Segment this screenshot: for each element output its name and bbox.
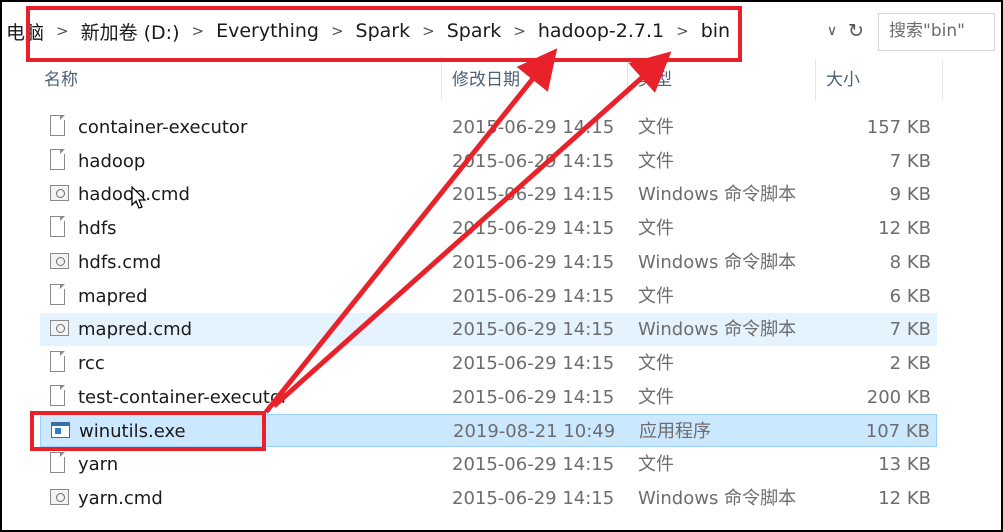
column-type[interactable]: 类型 (630, 60, 816, 100)
file-date: 2015-06-29 14:15 (452, 487, 615, 509)
explorer-window: 电脑 > 新加卷 (D:) > Everything > Spark > Spa… (0, 0, 1003, 532)
file-size: 7 KB (889, 150, 931, 172)
file-name: hdfs (78, 218, 117, 240)
file-name: hadoop (78, 150, 146, 172)
file-name: rcc (78, 352, 105, 374)
file-name: hdfs.cmd (78, 251, 162, 273)
cmd-icon (50, 486, 69, 509)
file-row[interactable]: container-executor 2015-06-29 14:15 文件 157 … (40, 111, 937, 144)
file-size: 12 KB (878, 218, 931, 240)
annotation-box-address (26, 6, 742, 62)
mouse-cursor-icon (131, 186, 147, 209)
file-type: Windows 命令脚本 (638, 251, 797, 273)
file-date: 2015-06-29 14:15 (452, 285, 615, 307)
file-name: container-executor (78, 117, 248, 138)
file-date: 2015-06-29 14:15 (452, 352, 615, 374)
file-row[interactable]: hadoop.cmd2015-06-29 14:15Windows 命令脚本9 … (40, 178, 937, 211)
file-size: 157 KB (866, 117, 931, 138)
search-box[interactable] (878, 13, 995, 51)
file-date: 2019-08-21 10:49 (453, 421, 616, 443)
file-date: 2015-06-29 14:15 (452, 251, 615, 273)
file-icon (50, 350, 67, 374)
column-date[interactable]: 修改日期 (444, 60, 628, 100)
file-size: 12 KB (878, 487, 931, 509)
annotation-box-winutils (30, 411, 266, 451)
file-row[interactable]: rcc 2015-06-29 14:15 文件 2 KB (40, 347, 937, 380)
file-icon (50, 452, 67, 475)
cmd-icon (50, 250, 69, 273)
file-date: 2015-06-29 14:15 (452, 218, 615, 240)
file-date: 2015-06-29 14:15 (452, 386, 615, 408)
file-type: 应用程序 (639, 421, 711, 443)
file-row[interactable]: yarn.cmd 2015-06-29 14:15 Windows 命令脚本 12 K… (40, 482, 937, 515)
file-date: 2015-06-29 14:15 (452, 319, 615, 341)
file-row[interactable]: test-container-executor 2015-06-29 14:15 文… (40, 381, 937, 414)
file-type: 文件 (638, 150, 674, 172)
file-name: mapred (78, 285, 148, 307)
file-type: Windows 命令脚本 (638, 184, 797, 206)
file-row[interactable]: hadoop 2015-06-29 14:15 文件 7 KB (40, 145, 937, 178)
refresh-icon[interactable]: ↻ (844, 19, 868, 43)
file-type: Windows 命令脚本 (638, 319, 797, 341)
file-size: 9 KB (889, 184, 931, 206)
chevron-down-icon[interactable]: ∨ (822, 21, 842, 41)
file-row[interactable]: hdfs 2015-06-29 14:15 文件 12 KB (40, 212, 937, 245)
file-type: 文件 (638, 218, 674, 240)
file-row[interactable]: mapred.cmd 2015-06-29 14:15 Windows 命令脚本 7 … (40, 313, 937, 347)
file-type: 文件 (638, 386, 674, 408)
file-row[interactable]: mapred 2015-06-29 14:15 文件 6 KB (40, 280, 937, 313)
file-icon (50, 384, 67, 408)
file-icon (50, 283, 67, 307)
file-size: 7 KB (889, 319, 931, 341)
file-type: 文件 (638, 285, 674, 307)
file-date: 2015-06-29 14:15 (452, 117, 615, 138)
column-name[interactable]: 名称 (36, 60, 442, 100)
file-icon (50, 115, 67, 138)
file-size: 200 KB (866, 386, 931, 408)
file-size: 8 KB (889, 251, 931, 273)
cmd-icon (50, 182, 69, 205)
file-name: yarn.cmd (78, 487, 163, 509)
file-date: 2015-06-29 14:15 (452, 150, 615, 172)
file-date: 2015-06-29 14:15 (452, 454, 615, 475)
file-icon (50, 216, 67, 239)
file-type: 文件 (638, 352, 674, 374)
file-icon (50, 148, 67, 172)
search-input[interactable] (879, 14, 993, 48)
file-date: 2015-06-29 14:15 (452, 184, 615, 206)
file-row[interactable]: yarn 2015-06-29 14:15 文件 13 KB (40, 448, 937, 481)
file-size: 13 KB (878, 454, 931, 475)
file-size: 2 KB (889, 352, 931, 374)
cmd-icon (50, 317, 69, 340)
file-name: test-container-executor (78, 386, 289, 408)
file-type: 文件 (638, 454, 674, 475)
file-size: 6 KB (889, 285, 931, 307)
column-size[interactable]: 大小 (818, 60, 943, 100)
file-row[interactable]: hdfs.cmd 2015-06-29 14:15 Windows 命令脚本 8 KB (40, 246, 937, 279)
file-size: 107 KB (865, 421, 930, 443)
file-type: Windows 命令脚本 (638, 487, 797, 509)
file-type: 文件 (638, 117, 674, 138)
file-name: yarn (78, 454, 119, 475)
column-header: 名称 修改日期 类型 大小 (6, 60, 996, 100)
file-name: mapred.cmd (78, 319, 193, 341)
